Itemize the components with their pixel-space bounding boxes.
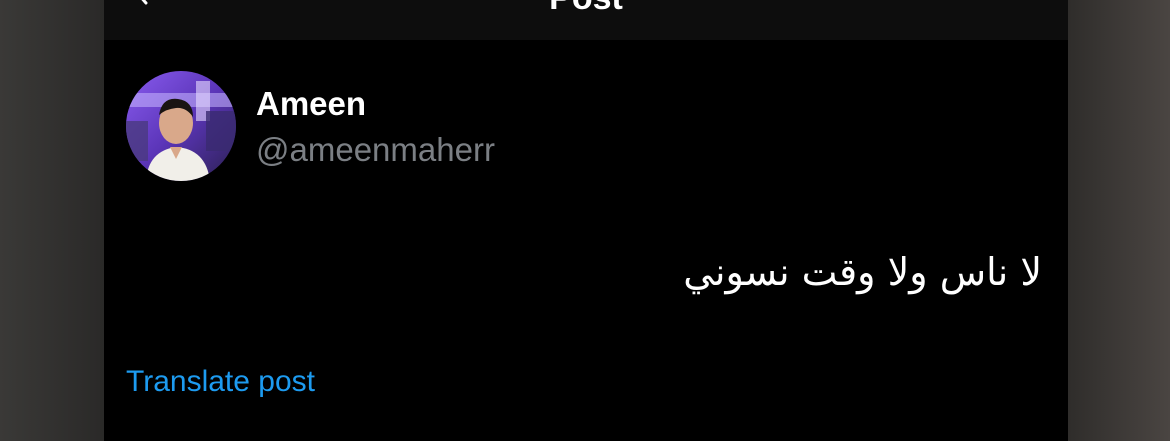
avatar[interactable] [126,71,236,181]
post-screen: Post Ameen @ameenmaherr لا ناس ولا وقت ن… [104,0,1068,441]
translate-post-link[interactable]: Translate post [126,363,315,401]
top-navigation-bar: Post [104,0,1068,40]
profile-photo-icon [126,71,236,181]
page-title: Post [104,0,1068,18]
post-text: لا ناس ولا وقت نسوني [683,250,1042,294]
author-handle[interactable]: @ameenmaherr [256,130,495,170]
author-display-name[interactable]: Ameen [256,84,366,124]
